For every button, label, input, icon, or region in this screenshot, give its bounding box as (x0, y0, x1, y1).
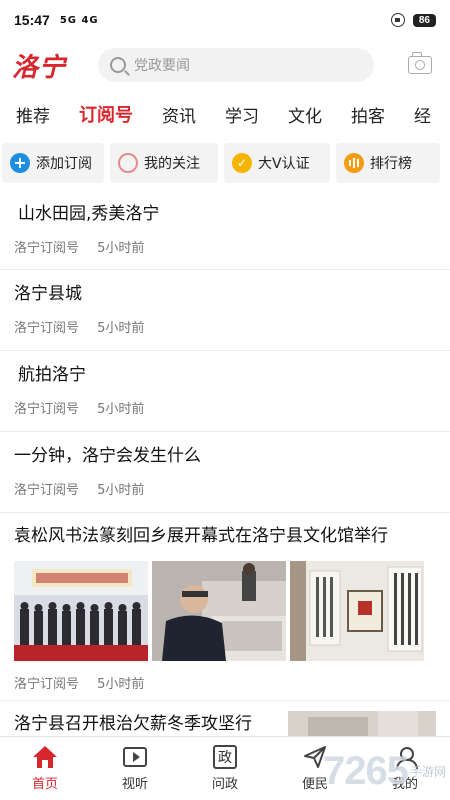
item-time: 5小时前 (97, 677, 145, 693)
tv-icon-wrap (122, 745, 148, 769)
tab-study[interactable]: 学习 (225, 102, 259, 127)
item-time: 5小时前 (97, 241, 145, 257)
search-icon (110, 57, 126, 73)
user-icon-wrap (392, 745, 418, 769)
visitor-photo (152, 561, 286, 662)
item-source: 洛宁订阅号 (14, 483, 80, 499)
search-input[interactable]: 党政要闻 (98, 48, 374, 82)
nav-inquiry[interactable]: 政 问政 (180, 737, 270, 800)
my-follows-button[interactable]: 我的关注 (110, 143, 218, 183)
nav-label: 视听 (121, 777, 148, 792)
tab-subscriptions[interactable]: 订阅号 (79, 101, 133, 127)
verified-v-button[interactable]: ✓ 大V认证 (224, 143, 330, 183)
item-meta: 洛宁订阅号 5小时前 (14, 398, 436, 417)
chip-label: 我的关注 (144, 156, 200, 172)
status-right: 86 (390, 13, 436, 27)
list-item[interactable]: 航拍洛宁 洛宁订阅号 5小时前 (0, 351, 450, 432)
circle-icon (118, 153, 138, 173)
item-source: 洛宁订阅号 (14, 677, 80, 693)
exhibition-photo (14, 561, 148, 662)
calligraphy-photo (290, 561, 424, 662)
list-item[interactable]: 洛宁县召开根治欠薪冬季攻坚行 (0, 701, 450, 741)
item-meta: 洛宁订阅号 5小时前 (14, 673, 436, 692)
nav-profile[interactable]: 我的 (360, 737, 450, 800)
item-title: 山水田园,秀美洛宁 (18, 204, 160, 224)
channel-tabs: 推荐 订阅号 资讯 学习 文化 拍客 经 (0, 92, 450, 136)
camera-icon[interactable] (408, 52, 432, 74)
nav-label: 我的 (391, 777, 418, 792)
article-feed: 山水田园,秀美洛宁 洛宁订阅号 5小时前 洛宁县城 洛宁订阅号 5小时前 航拍洛… (0, 190, 450, 741)
item-meta: 洛宁订阅号 5小时前 (14, 317, 436, 336)
nav-label: 首页 (31, 777, 58, 792)
tab-recommend[interactable]: 推荐 (16, 102, 50, 127)
signal-icon: 5G 4G (59, 14, 99, 26)
item-time: 5小时前 (97, 402, 145, 418)
item-title: 袁松风书法篆刻回乡展开幕式在洛宁县文化馆举行 (14, 526, 388, 546)
list-item[interactable]: 山水田园,秀美洛宁 洛宁订阅号 5小时前 (0, 190, 450, 270)
battery-icon: 86 (412, 13, 436, 27)
nav-label: 问政 (211, 777, 238, 792)
chip-label: 添加订阅 (36, 156, 92, 172)
list-item[interactable]: 袁松风书法篆刻回乡展开幕式在洛宁县文化馆举行 洛宁订阅号 5小时前 (0, 513, 450, 701)
tab-economy[interactable]: 经 (414, 102, 431, 127)
item-title: 洛宁县城 (14, 284, 82, 304)
item-title: 航拍洛宁 (18, 365, 86, 385)
item-meta: 洛宁订阅号 5小时前 (14, 479, 436, 498)
check-icon: ✓ (232, 153, 252, 173)
list-item[interactable]: 洛宁县城 洛宁订阅号 5小时前 (0, 270, 450, 351)
item-time: 5小时前 (97, 483, 145, 499)
user-icon (394, 746, 418, 769)
plus-icon: + (10, 153, 30, 173)
send-icon (302, 745, 328, 769)
ranking-button[interactable]: 排行榜 (336, 143, 440, 183)
app-header: 洛宁 党政要闻 (0, 40, 450, 90)
tab-culture[interactable]: 文化 (288, 102, 322, 127)
item-meta: 洛宁订阅号 5小时前 (14, 237, 436, 256)
nav-media[interactable]: 视听 (90, 737, 180, 800)
search-placeholder: 党政要闻 (134, 58, 190, 74)
tab-news[interactable]: 资讯 (162, 102, 196, 127)
app-logo[interactable]: 洛宁 (12, 47, 96, 84)
item-source: 洛宁订阅号 (14, 402, 80, 418)
tv-icon (123, 747, 147, 767)
bottom-navigation: 首页 视听 政 问政 便民 我的 7265 手游网 (0, 736, 450, 800)
nav-label: 便民 (301, 777, 328, 792)
item-title: 洛宁县召开根治欠薪冬季攻坚行 (14, 714, 252, 734)
list-item[interactable]: 一分钟，洛宁会发生什么 洛宁订阅号 5小时前 (0, 432, 450, 513)
nav-home[interactable]: 首页 (0, 737, 90, 800)
item-time: 5小时前 (97, 321, 145, 337)
item-source: 洛宁订阅号 (14, 241, 80, 257)
lock-icon (390, 13, 405, 27)
nav-services[interactable]: 便民 (270, 737, 360, 800)
status-bar: 15:47 5G 4G 86 (0, 0, 450, 40)
item-source: 洛宁订阅号 (14, 321, 80, 337)
rank-icon (344, 153, 364, 173)
image-row (14, 561, 436, 662)
zheng-icon: 政 (213, 745, 237, 769)
home-icon (32, 745, 58, 769)
add-subscription-button[interactable]: + 添加订阅 (2, 143, 104, 183)
zheng-icon-wrap: 政 (212, 745, 238, 769)
status-time: 15:47 (14, 12, 50, 28)
tab-photographer[interactable]: 拍客 (351, 102, 385, 127)
chip-label: 排行榜 (370, 156, 412, 172)
chip-label: 大V认证 (258, 156, 310, 172)
subscription-actions: + 添加订阅 我的关注 ✓ 大V认证 排行榜 (0, 142, 450, 184)
item-title: 一分钟，洛宁会发生什么 (14, 446, 201, 466)
